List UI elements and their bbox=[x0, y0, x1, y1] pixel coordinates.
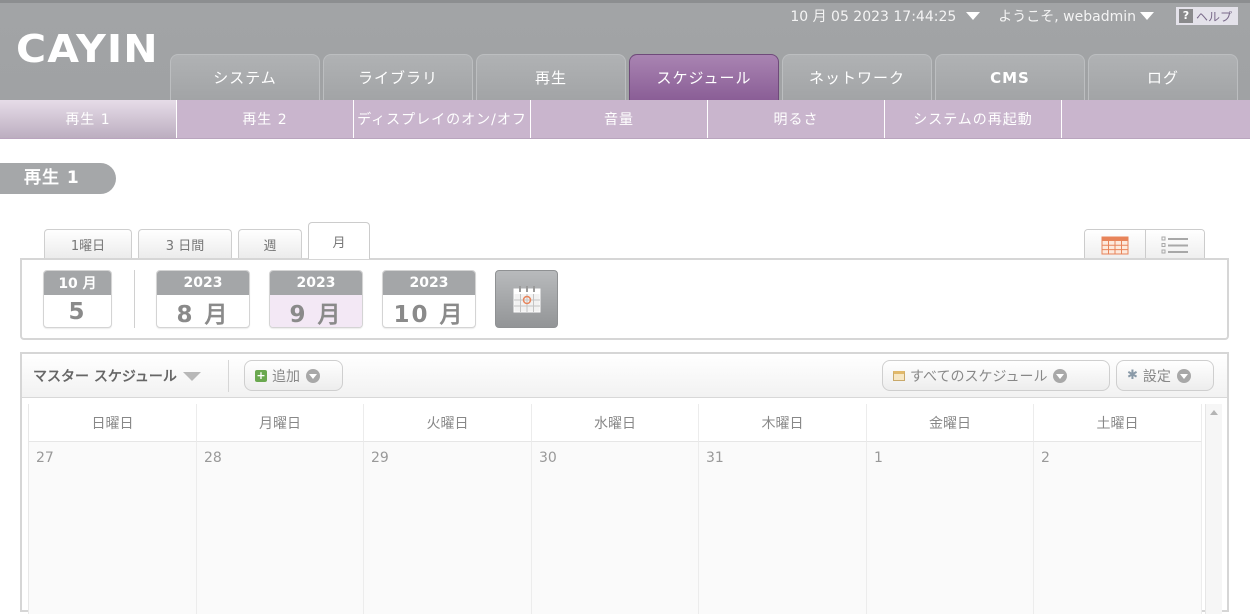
gear-icon: ✱ bbox=[1127, 368, 1138, 383]
date-picker-button[interactable] bbox=[495, 270, 558, 328]
month-year: 2023 bbox=[270, 271, 362, 295]
subtab-playback-2[interactable]: 再生 2 bbox=[177, 100, 354, 138]
tab-library[interactable]: ライブラリ bbox=[323, 54, 473, 100]
settings-label: 設定 bbox=[1142, 368, 1171, 385]
help-icon: ? bbox=[1178, 9, 1193, 23]
weekday-header: 日曜日 bbox=[29, 404, 197, 442]
datetime-dropdown-icon[interactable] bbox=[966, 12, 981, 20]
today-month: 10 月 bbox=[44, 271, 111, 295]
tab-view-day[interactable]: 1曜日 bbox=[44, 229, 132, 259]
schedule-icon bbox=[893, 370, 905, 381]
weekday-header: 月曜日 bbox=[197, 404, 364, 442]
subtab-system-reboot[interactable]: システムの再起動 bbox=[885, 100, 1062, 138]
month-current-button[interactable]: 2023 9 月 bbox=[269, 270, 363, 328]
scroll-up-icon[interactable] bbox=[1210, 410, 1218, 415]
calendar-day-cell[interactable]: 2 bbox=[1034, 442, 1202, 614]
month-label: 10 月 bbox=[393, 302, 465, 328]
cayin-logo: CAYIN bbox=[16, 27, 159, 71]
user-dropdown-icon[interactable] bbox=[1139, 12, 1154, 20]
weekday-header: 水曜日 bbox=[532, 404, 699, 442]
month-label: 8 月 bbox=[176, 302, 230, 328]
tab-system[interactable]: システム bbox=[170, 54, 320, 100]
calendar-toolbar: マスター スケジュール + 追加 すべてのスケジュール ✱ 設定 bbox=[22, 354, 1227, 398]
weekday-header: 金曜日 bbox=[867, 404, 1034, 442]
view-mode-switch bbox=[1084, 229, 1205, 259]
subtab-playback-1[interactable]: 再生 1 bbox=[0, 100, 177, 138]
month-next-button[interactable]: 2023 10 月 bbox=[382, 270, 476, 328]
calendar-day-cell[interactable]: 1 bbox=[867, 442, 1034, 614]
master-schedule-dropdown[interactable]: マスター スケジュール bbox=[33, 366, 201, 386]
weekday-header: 土曜日 bbox=[1034, 404, 1202, 442]
weekday-header: 木曜日 bbox=[699, 404, 867, 442]
date-navigator: 10 月 5 2023 8 月 2023 9 月 2023 10 月 bbox=[20, 258, 1229, 340]
subtab-brightness[interactable]: 明るさ bbox=[708, 100, 885, 138]
calendar-panel: マスター スケジュール + 追加 すべてのスケジュール ✱ 設定 日曜日 月曜日… bbox=[20, 352, 1229, 614]
plus-icon: + bbox=[255, 368, 267, 382]
welcome-user[interactable]: ようこそ, webadmin bbox=[998, 6, 1136, 26]
view-tabs: 1曜日 3 日間 週 月 bbox=[44, 222, 376, 259]
subtab-display-onoff[interactable]: ディスプレイのオン/オフ bbox=[354, 100, 531, 138]
tab-network[interactable]: ネットワーク bbox=[782, 54, 932, 100]
month-year: 2023 bbox=[157, 271, 249, 295]
date-separator bbox=[134, 270, 135, 328]
master-schedule-label: マスター スケジュール bbox=[33, 369, 177, 385]
list-view-icon bbox=[1161, 236, 1188, 254]
chevron-down-icon bbox=[1053, 368, 1068, 383]
calendar-grid-icon bbox=[1101, 236, 1129, 255]
tab-schedule[interactable]: スケジュール bbox=[629, 54, 779, 100]
calendar-day-cell[interactable]: 31 bbox=[699, 442, 867, 614]
tab-view-month[interactable]: 月 bbox=[308, 222, 370, 259]
subtab-volume[interactable]: 音量 bbox=[531, 100, 708, 138]
help-button[interactable]: ? ヘルプ bbox=[1175, 7, 1238, 25]
page-title: 再生 1 bbox=[0, 163, 116, 194]
today-day: 5 bbox=[68, 299, 87, 325]
toolbar-separator bbox=[228, 360, 229, 392]
calendar-day-cell[interactable]: 29 bbox=[364, 442, 532, 614]
tab-cms[interactable]: CMS bbox=[935, 54, 1085, 100]
add-label: 追加 bbox=[272, 368, 300, 385]
sub-navigation: 再生 1 再生 2 ディスプレイのオン/オフ 音量 明るさ システムの再起動 bbox=[0, 100, 1250, 139]
top-bar: 10 月 05 2023 17:44:25 ようこそ, webadmin ? ヘ… bbox=[790, 6, 1238, 26]
all-schedules-dropdown[interactable]: すべてのスケジュール bbox=[882, 360, 1110, 391]
app-header: CAYIN 10 月 05 2023 17:44:25 ようこそ, webadm… bbox=[0, 0, 1250, 100]
tab-view-week[interactable]: 週 bbox=[238, 229, 302, 259]
chevron-down-icon bbox=[306, 368, 320, 383]
weekday-header: 火曜日 bbox=[364, 404, 532, 442]
add-button[interactable]: + 追加 bbox=[244, 360, 343, 391]
triangle-down-icon bbox=[182, 371, 201, 381]
current-datetime: 10 月 05 2023 17:44:25 bbox=[790, 9, 957, 25]
calendar-scrollbar[interactable] bbox=[1205, 404, 1222, 614]
month-label: 9 月 bbox=[270, 295, 362, 327]
today-button[interactable]: 10 月 5 bbox=[43, 270, 112, 328]
tab-view-3days[interactable]: 3 日間 bbox=[138, 229, 232, 259]
month-prev-button[interactable]: 2023 8 月 bbox=[156, 270, 250, 328]
calendar-view-button[interactable] bbox=[1085, 230, 1145, 259]
chevron-down-icon bbox=[1176, 368, 1191, 383]
calendar-day-cell[interactable]: 27 bbox=[29, 442, 197, 614]
calendar-day-cell[interactable]: 28 bbox=[197, 442, 364, 614]
header-top-line bbox=[0, 0, 1250, 3]
month-calendar-grid: 日曜日 月曜日 火曜日 水曜日 木曜日 金曜日 土曜日 27 28 29 30 … bbox=[28, 404, 1202, 614]
tab-log[interactable]: ログ bbox=[1088, 54, 1238, 100]
tab-playback[interactable]: 再生 bbox=[476, 54, 626, 100]
settings-button[interactable]: ✱ 設定 bbox=[1116, 360, 1214, 391]
month-year: 2023 bbox=[383, 271, 475, 295]
calendar-icon bbox=[513, 286, 540, 313]
main-tabs: システム ライブラリ 再生 スケジュール ネットワーク CMS ログ bbox=[170, 54, 1241, 100]
all-schedules-label: すべてのスケジュール bbox=[910, 368, 1048, 385]
list-view-button[interactable] bbox=[1144, 230, 1204, 259]
calendar-day-cell[interactable]: 30 bbox=[532, 442, 699, 614]
help-label: ヘルプ bbox=[1195, 9, 1232, 24]
